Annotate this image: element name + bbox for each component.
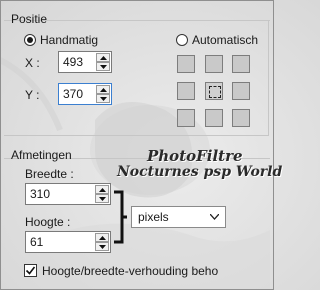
width-decrement-button[interactable]: [95, 194, 109, 203]
watermark-line-2: Nocturnes psp World: [117, 164, 283, 180]
chevron-down-icon: [210, 214, 219, 220]
dimensions-legend: Afmetingen: [11, 148, 72, 162]
anchor-bottom-right[interactable]: [232, 109, 250, 127]
anchor-middle-center[interactable]: [205, 82, 223, 100]
x-increment-button[interactable]: [96, 53, 110, 62]
arrow-down-icon: [99, 197, 106, 201]
width-label: Breedte :: [25, 167, 74, 181]
height-value[interactable]: 61: [30, 235, 43, 249]
aspect-ratio-label[interactable]: Hoogte/breedte-verhouding beho: [42, 264, 247, 278]
anchor-middle-right[interactable]: [232, 82, 250, 100]
auto-radio[interactable]: [176, 34, 188, 46]
width-spinbox[interactable]: 310: [25, 183, 111, 205]
anchor-top-center[interactable]: [205, 55, 223, 73]
height-decrement-button[interactable]: [95, 242, 109, 251]
height-increment-button[interactable]: [95, 233, 109, 242]
y-value[interactable]: 370: [63, 87, 83, 101]
unit-value[interactable]: pixels: [138, 210, 169, 224]
x-value[interactable]: 493: [63, 55, 83, 69]
anchor-bottom-left[interactable]: [177, 109, 195, 127]
manual-radio[interactable]: [24, 34, 36, 46]
width-increment-button[interactable]: [95, 185, 109, 194]
y-increment-button[interactable]: [96, 85, 110, 94]
position-legend: Positie: [11, 12, 48, 26]
aspect-ratio-checkbox[interactable]: [24, 264, 37, 277]
y-spinbox[interactable]: 370: [58, 83, 112, 105]
x-label: X :: [25, 56, 40, 70]
arrow-up-icon: [100, 56, 107, 60]
unit-select[interactable]: pixels: [131, 206, 226, 228]
manual-label[interactable]: Handmatig: [40, 33, 98, 47]
height-label: Hoogte :: [25, 215, 71, 229]
link-bracket-icon: [114, 190, 127, 244]
arrow-down-icon: [100, 97, 107, 101]
arrow-up-icon: [99, 188, 106, 192]
checkmark-icon: [25, 266, 36, 275]
anchor-bottom-center[interactable]: [205, 109, 223, 127]
x-spinbox[interactable]: 493: [58, 51, 112, 73]
arrow-down-icon: [99, 245, 106, 249]
y-decrement-button[interactable]: [96, 94, 110, 103]
watermark-line-1: PhotoFiltre: [147, 147, 243, 165]
arrow-down-icon: [100, 65, 107, 69]
arrow-up-icon: [100, 88, 107, 92]
auto-label[interactable]: Automatisch: [192, 33, 258, 47]
width-value[interactable]: 310: [30, 187, 50, 201]
anchor-top-left[interactable]: [177, 55, 195, 73]
anchor-top-right[interactable]: [232, 55, 250, 73]
height-spinbox[interactable]: 61: [25, 231, 111, 253]
anchor-middle-left[interactable]: [177, 82, 195, 100]
y-label: Y :: [25, 88, 40, 102]
arrow-up-icon: [99, 236, 106, 240]
x-decrement-button[interactable]: [96, 62, 110, 71]
